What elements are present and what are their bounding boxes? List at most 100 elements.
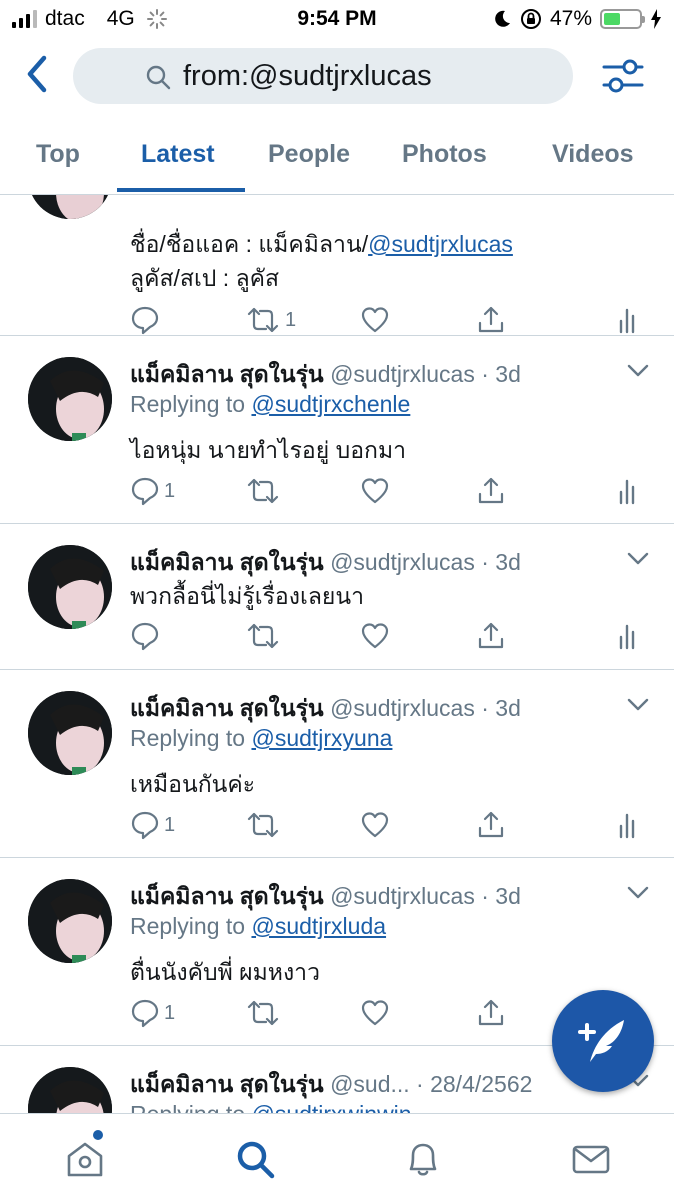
- like-button[interactable]: [360, 808, 390, 842]
- analytics-button[interactable]: [616, 808, 642, 842]
- display-name[interactable]: แม็คมิลาน สุดในรุ่น: [130, 883, 324, 909]
- reply-button[interactable]: 1: [130, 808, 175, 842]
- search-icon: [146, 65, 171, 90]
- tweet-actions: 1: [130, 808, 650, 842]
- retweet-button[interactable]: 1: [245, 303, 296, 337]
- reply-icon: [131, 306, 159, 335]
- analytics-icon: [619, 479, 635, 505]
- replying-to: Replying to @sudtjrxyuna: [130, 725, 393, 751]
- like-button[interactable]: [360, 619, 390, 653]
- like-button[interactable]: [360, 303, 390, 337]
- display-name[interactable]: แม็คมิลาน สุดในรุ่น: [130, 695, 324, 721]
- handle-and-time: @sudtjrxlucas · 3d: [330, 361, 521, 387]
- search-input[interactable]: from:@sudtjrxlucas: [73, 48, 573, 104]
- mention-link[interactable]: @sudtjrxchenle: [251, 391, 410, 417]
- share-button[interactable]: [476, 619, 506, 653]
- avatar-image: [28, 879, 112, 963]
- tweet-header: แม็คมิลาน สุดในรุ่น @sudtjrxlucas · 3d: [130, 879, 521, 915]
- tweet-text: ชื่อ/ชื่อแอค : แม็คมิลาน/: [130, 231, 369, 257]
- tweet-actions: 1: [130, 303, 650, 337]
- avatar[interactable]: [28, 357, 112, 441]
- reply-icon: [131, 477, 159, 506]
- analytics-button[interactable]: [616, 619, 642, 653]
- heart-icon: [361, 307, 389, 333]
- tweet-header: แม็คมิลาน สุดในรุ่น @sudtjrxlucas · 3d: [130, 545, 521, 581]
- tab-top[interactable]: Top: [36, 140, 80, 169]
- tab-photos[interactable]: Photos: [402, 140, 487, 169]
- mention-link[interactable]: @sudtjrxwinwin: [251, 1101, 411, 1113]
- search-tabs: Top Latest People Photos Videos: [0, 122, 674, 195]
- tweet[interactable]: ชื่อ/ชื่อแอค : แม็คมิลาน/@sudtjrxlucas ล…: [0, 195, 674, 336]
- chevron-down-icon[interactable]: [626, 697, 650, 713]
- like-button[interactable]: [360, 474, 390, 508]
- tweet-text: ไอหนุ่ม นายทำไรอยู่ บอกมา: [130, 437, 407, 463]
- share-icon: [478, 306, 504, 333]
- tweet-header: แม็คมิลาน สุดในรุ่น @sudtjrxlucas · 3d: [130, 357, 521, 393]
- mention-link[interactable]: @sudtjrxlucas: [368, 231, 513, 257]
- reply-icon: [131, 999, 159, 1028]
- compose-tweet-button[interactable]: [552, 990, 654, 1092]
- share-button[interactable]: [476, 303, 506, 337]
- mention-link[interactable]: @sudtjrxluda: [251, 913, 386, 939]
- tweet-feed[interactable]: ชื่อ/ชื่อแอค : แม็คมิลาน/@sudtjrxlucas ล…: [0, 195, 674, 1113]
- share-button[interactable]: [476, 808, 506, 842]
- reply-icon: [131, 622, 159, 651]
- reply-count: 1: [164, 813, 176, 836]
- avatar-image: [28, 1067, 112, 1113]
- mention-link[interactable]: @sudtjrxyuna: [251, 725, 392, 751]
- search-header: from:@sudtjrxlucas: [0, 38, 674, 118]
- reply-button[interactable]: 1: [130, 996, 175, 1030]
- chevron-down-icon[interactable]: [626, 885, 650, 901]
- handle-and-time: @sudtjrxlucas · 3d: [330, 695, 521, 721]
- mail-icon[interactable]: [570, 1138, 612, 1180]
- share-button[interactable]: [476, 996, 506, 1030]
- explore-search-icon[interactable]: [234, 1138, 276, 1180]
- retweet-button[interactable]: [245, 474, 281, 508]
- retweet-icon: [247, 623, 279, 649]
- display-name[interactable]: แม็คมิลาน สุดในรุ่น: [130, 549, 324, 575]
- retweet-button[interactable]: [245, 808, 281, 842]
- tweet[interactable]: แม็คมิลาน สุดในรุ่น @sudtjrxlucas · 3d R…: [0, 669, 674, 858]
- tweet-actions: 1: [130, 474, 650, 508]
- reply-button[interactable]: [130, 303, 164, 337]
- battery-icon: [600, 9, 645, 29]
- analytics-button[interactable]: [616, 303, 642, 337]
- display-name[interactable]: แม็คมิลาน สุดในรุ่น: [130, 1071, 324, 1097]
- retweet-icon: [247, 307, 279, 333]
- status-bar: dtac 4G 9:54 PM 47%: [0, 0, 674, 38]
- replying-to: Replying to @sudtjrxwinwin: [130, 1101, 412, 1113]
- bell-icon[interactable]: [402, 1138, 444, 1180]
- display-name[interactable]: แม็คมิลาน สุดในรุ่น: [130, 361, 324, 387]
- tweet[interactable]: แม็คมิลาน สุดในรุ่น @sudtjrxlucas · 3d R…: [0, 335, 674, 524]
- retweet-button[interactable]: [245, 996, 281, 1030]
- tweet[interactable]: แม็คมิลาน สุดในรุ่น @sudtjrxlucas · 3d พ…: [0, 523, 674, 670]
- share-button[interactable]: [476, 474, 506, 508]
- avatar[interactable]: [28, 195, 112, 219]
- reply-count: 1: [164, 1001, 176, 1024]
- analytics-button[interactable]: [616, 474, 642, 508]
- reply-button[interactable]: 1: [130, 474, 175, 508]
- like-button[interactable]: [360, 996, 390, 1030]
- tweet-header: แม็คมิลาน สุดในรุ่น @sudtjrxlucas · 3d: [130, 691, 521, 727]
- avatar[interactable]: [28, 545, 112, 629]
- avatar[interactable]: [28, 1067, 112, 1113]
- filter-sliders-icon[interactable]: [600, 56, 646, 96]
- home-icon[interactable]: [64, 1138, 106, 1180]
- tab-videos[interactable]: Videos: [552, 140, 634, 169]
- retweet-button[interactable]: [245, 619, 281, 653]
- tweet-text: ลูคัส/สเป : ลูคัส: [130, 265, 280, 291]
- tab-people[interactable]: People: [268, 140, 350, 169]
- avatar[interactable]: [28, 691, 112, 775]
- tweet-text: เหมือนกันค่ะ: [130, 771, 256, 797]
- chevron-down-icon[interactable]: [626, 551, 650, 567]
- analytics-icon: [619, 624, 635, 650]
- avatar[interactable]: [28, 879, 112, 963]
- tweet-text: ตื่นนังคับพี่ ผมหงาว: [130, 959, 321, 985]
- reply-button[interactable]: [130, 619, 160, 653]
- tab-latest[interactable]: Latest: [141, 140, 215, 169]
- chevron-down-icon[interactable]: [626, 363, 650, 379]
- replying-to: Replying to @sudtjrxchenle: [130, 391, 411, 417]
- orientation-lock-icon: [520, 9, 541, 29]
- back-icon[interactable]: [20, 52, 56, 96]
- share-icon: [478, 622, 504, 649]
